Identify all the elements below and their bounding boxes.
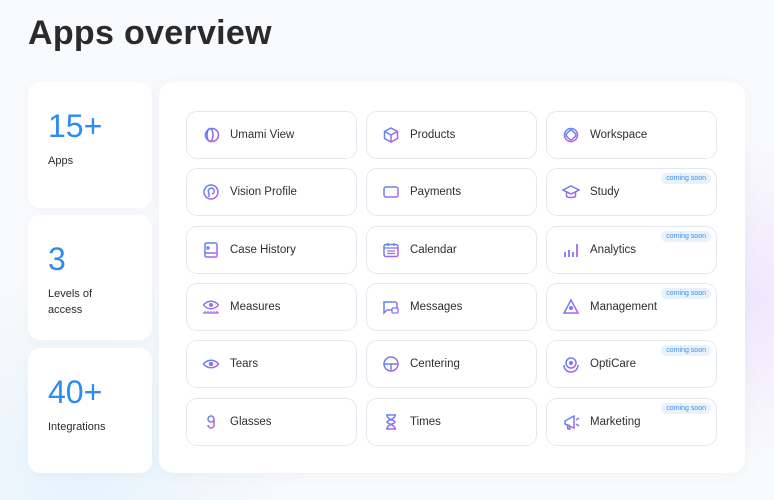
eye-ruler-icon — [202, 298, 220, 316]
coming-soon-badge: coming soon — [661, 345, 711, 357]
app-tile-centering[interactable]: Centering — [366, 340, 537, 389]
app-tile-measures[interactable]: Measures — [186, 282, 357, 331]
app-name: Marketing — [590, 415, 641, 428]
glasses-icon — [202, 413, 220, 431]
box-icon — [382, 126, 400, 144]
app-tile-study[interactable]: Study coming soon — [546, 168, 717, 217]
app-tile-analytics[interactable]: Analytics coming soon — [546, 225, 717, 274]
stat-value: 15+ — [48, 108, 103, 144]
umami-icon — [202, 126, 220, 144]
app-tile-calendar[interactable]: Calendar — [366, 225, 537, 274]
graduation-cap-icon — [562, 183, 580, 201]
app-name: Vision Profile — [230, 186, 297, 199]
stat-card-access: 3 Levels of access — [28, 215, 152, 340]
app-name: Calendar — [410, 243, 457, 256]
credit-card-icon — [382, 183, 400, 201]
bar-chart-icon — [562, 241, 580, 259]
calendar-icon — [382, 241, 400, 259]
stat-value: 40+ — [48, 374, 103, 410]
app-tile-payments[interactable]: Payments — [366, 168, 537, 217]
stat-value: 3 — [48, 241, 66, 277]
app-tile-opticare[interactable]: OptiCare coming soon — [546, 340, 717, 389]
app-name: Payments — [410, 186, 462, 199]
app-tile-times[interactable]: Times — [366, 397, 537, 446]
app-name: Measures — [230, 300, 281, 313]
message-icon — [382, 298, 400, 316]
app-tile-messages[interactable]: Messages — [366, 282, 537, 331]
app-tile-tears[interactable]: Tears — [186, 340, 357, 389]
app-name: Workspace — [590, 129, 648, 141]
app-name: Products — [410, 129, 456, 141]
app-tile-glasses[interactable]: Glasses — [186, 397, 357, 446]
app-tile-workspace[interactable]: Workspace — [546, 111, 717, 159]
app-name: Study — [590, 186, 620, 199]
app-name: Case History — [230, 243, 296, 256]
app-name: Messages — [410, 300, 463, 313]
stat-card-integrations: 40+ Integrations — [28, 348, 152, 473]
opticare-icon — [562, 355, 580, 373]
book-icon — [202, 241, 220, 259]
workspace-icon — [562, 126, 580, 144]
coming-soon-badge: coming soon — [661, 402, 711, 414]
app-name: Glasses — [230, 415, 272, 428]
stat-label: Levels of access — [48, 288, 93, 316]
coming-soon-badge: coming soon — [661, 287, 711, 299]
page-title: Apps overview — [28, 14, 272, 52]
eye-drop-icon — [202, 355, 220, 373]
stat-label: Integrations — [48, 421, 106, 433]
hourglass-icon — [382, 413, 400, 431]
network-icon — [562, 298, 580, 316]
stat-card-apps: 15+ Apps — [28, 82, 152, 208]
stat-label: Apps — [48, 155, 74, 167]
apps-panel: Umami View Products Workspace Vision Profil… — [159, 82, 745, 473]
vision-profile-icon — [202, 183, 220, 201]
coming-soon-badge: coming soon — [661, 173, 711, 185]
app-name: Management — [590, 300, 658, 313]
app-name: Centering — [410, 358, 460, 371]
app-tile-umami-view[interactable]: Umami View — [186, 111, 357, 159]
app-name: Umami View — [230, 129, 295, 141]
megaphone-icon — [562, 413, 580, 431]
app-tile-products[interactable]: Products — [366, 111, 537, 159]
app-name: OptiCare — [590, 358, 637, 371]
app-tile-case-history[interactable]: Case History — [186, 225, 357, 274]
coming-soon-badge: coming soon — [661, 230, 711, 242]
app-name: Analytics — [590, 243, 637, 256]
app-tile-vision-profile[interactable]: Vision Profile — [186, 168, 357, 217]
app-tile-marketing[interactable]: Marketing coming soon — [546, 397, 717, 446]
app-name: Times — [410, 415, 441, 428]
app-name: Tears — [230, 358, 259, 371]
centering-icon — [382, 355, 400, 373]
app-tile-management[interactable]: Management coming soon — [546, 282, 717, 331]
